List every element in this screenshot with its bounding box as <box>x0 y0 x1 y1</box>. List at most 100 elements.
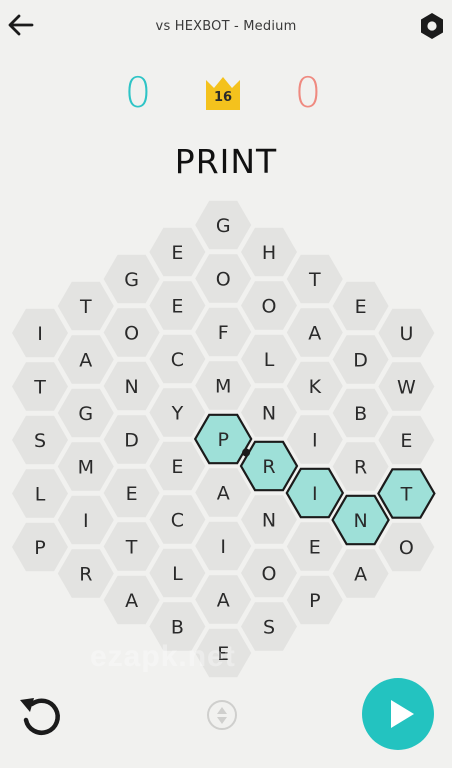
tile-letter: I <box>37 323 43 345</box>
board-tile[interactable]: E <box>378 415 435 465</box>
board-tile[interactable]: U <box>378 308 435 358</box>
tile-letter: S <box>34 430 46 452</box>
tile-letter: F <box>218 322 229 344</box>
tile-letter: P <box>309 590 320 612</box>
board-tile[interactable]: O <box>241 281 297 330</box>
board-tile[interactable]: E <box>332 281 389 331</box>
play-button[interactable] <box>362 678 434 750</box>
board-tile[interactable]: G <box>195 200 252 250</box>
tile-letter: D <box>124 430 139 452</box>
board-tile-selected[interactable]: N <box>331 494 390 546</box>
tile-letter: E <box>309 537 321 559</box>
match-title: vs HEXBOT - Medium <box>155 19 297 34</box>
board-tile[interactable]: O <box>378 522 435 572</box>
tile-letter: I <box>220 536 226 558</box>
shuffle-circle-icon[interactable] <box>205 698 239 732</box>
tile-letter: A <box>125 590 138 612</box>
board-tile[interactable]: I <box>57 495 114 545</box>
board-tile[interactable]: E <box>103 468 160 518</box>
tile-letter: O <box>216 269 231 291</box>
board-tile[interactable]: M <box>195 361 252 410</box>
board-tile[interactable]: N <box>103 361 160 411</box>
board-tile[interactable]: T <box>12 362 68 411</box>
board-tile[interactable]: G <box>57 388 114 438</box>
board-tile[interactable]: F <box>195 307 252 357</box>
board-tile[interactable]: G <box>103 254 160 304</box>
board-tile[interactable]: H <box>241 227 297 277</box>
board-tile[interactable]: W <box>378 362 435 411</box>
board-tile[interactable]: I <box>12 308 68 358</box>
board-tile[interactable]: C <box>149 495 206 544</box>
board-tile[interactable]: E <box>149 441 206 491</box>
tile-letter: N <box>124 376 138 398</box>
board-tile[interactable]: I <box>286 415 343 464</box>
board-tile[interactable]: P <box>286 575 343 625</box>
board-tile[interactable]: T <box>286 254 343 304</box>
board-tile[interactable]: S <box>241 602 297 651</box>
tile-letter: S <box>263 617 275 639</box>
board-tile[interactable]: L <box>12 469 68 518</box>
tile-letter: M <box>215 376 231 398</box>
board-tile[interactable]: R <box>332 442 389 491</box>
tile-letter: T <box>79 296 92 318</box>
board-tile[interactable]: O <box>195 254 252 303</box>
tile-letter: N <box>262 403 276 425</box>
tile-letter: A <box>217 590 230 612</box>
tile-letter: E <box>400 430 412 452</box>
board-tile[interactable]: R <box>57 549 114 598</box>
hexagon-settings-icon[interactable] <box>417 11 447 41</box>
board-tile[interactable]: N <box>241 388 297 437</box>
board-tile[interactable]: K <box>286 361 343 411</box>
board-tile-selected[interactable]: I <box>285 467 345 519</box>
board-tile[interactable]: T <box>57 281 114 331</box>
tile-letter: E <box>126 483 138 505</box>
board-tile[interactable]: P <box>12 522 68 572</box>
tile-letter: N <box>353 510 367 532</box>
board-tile[interactable]: A <box>103 575 160 625</box>
board-tile[interactable]: O <box>103 308 160 357</box>
board-tile[interactable]: C <box>149 334 206 384</box>
tile-letter: G <box>124 269 139 291</box>
board-tile[interactable]: L <box>149 548 206 598</box>
top-bar: vs HEXBOT - Medium <box>0 0 452 54</box>
board-tile[interactable]: A <box>195 575 252 624</box>
tile-letter: A <box>79 350 92 372</box>
tile-letter: B <box>354 403 367 425</box>
tile-letter: R <box>354 457 367 479</box>
board-tile-selected[interactable]: T <box>377 468 436 519</box>
board-tile[interactable]: E <box>149 227 206 277</box>
tile-letter: M <box>78 457 94 479</box>
board-tile[interactable]: O <box>241 548 297 598</box>
board-tile[interactable]: B <box>332 388 389 438</box>
crown-value: 16 <box>213 90 233 105</box>
board-tile[interactable]: N <box>241 495 297 544</box>
board-tile[interactable]: L <box>241 334 297 384</box>
tile-letter: T <box>125 537 138 559</box>
player-score: 0 <box>124 68 152 117</box>
board-tile-selected[interactable]: R <box>239 440 299 492</box>
board-tile[interactable]: A <box>195 468 252 517</box>
board-tile[interactable]: M <box>57 442 114 491</box>
round-crown: 16 <box>202 72 244 114</box>
board-tile[interactable]: S <box>12 415 68 465</box>
tile-letter: I <box>83 510 89 532</box>
board-tile[interactable]: E <box>286 522 343 571</box>
tile-letter: T <box>33 377 46 399</box>
board-tile[interactable]: Y <box>149 388 206 437</box>
board-tile[interactable]: D <box>332 335 389 384</box>
board-tile[interactable]: T <box>103 522 160 571</box>
tile-letter: P <box>34 537 45 559</box>
undo-arrow-icon[interactable] <box>12 690 68 742</box>
board-tile[interactable]: E <box>149 281 206 330</box>
tile-letter: A <box>217 483 230 505</box>
tile-letter: N <box>262 510 276 532</box>
board-tile[interactable]: A <box>286 308 343 357</box>
board-tile[interactable]: I <box>195 521 252 571</box>
tile-letter: T <box>400 484 413 506</box>
board-tile[interactable]: D <box>103 415 160 464</box>
board-tile[interactable]: A <box>332 549 389 598</box>
board-tile-selected[interactable]: P <box>193 413 253 465</box>
tile-letter: I <box>312 430 318 452</box>
board-tile[interactable]: A <box>57 335 114 384</box>
tile-letter: Y <box>171 403 184 425</box>
